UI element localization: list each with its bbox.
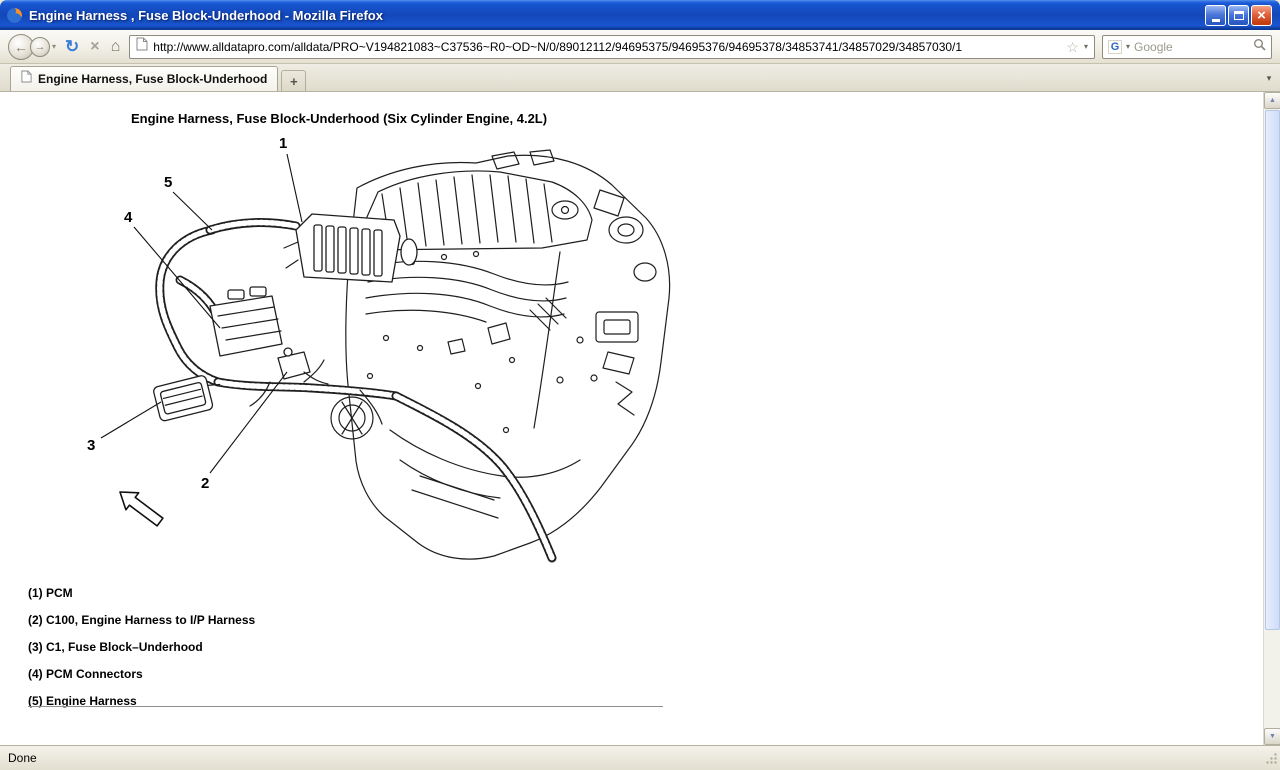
list-all-tabs-icon[interactable]: ▾	[1261, 69, 1277, 87]
new-tab-button[interactable]: +	[281, 70, 306, 91]
callout-1: 1	[279, 135, 287, 152]
search-box[interactable]: G ▾ Google	[1102, 35, 1272, 59]
page-favicon-icon	[136, 37, 148, 56]
close-button[interactable]: ×	[1251, 5, 1272, 26]
direction-arrow	[120, 492, 163, 526]
search-icon[interactable]	[1253, 38, 1266, 56]
status-text: Done	[8, 751, 37, 765]
window-title: Engine Harness , Fuse Block-Underhood - …	[29, 8, 1205, 23]
callout-4: 4	[124, 209, 133, 226]
home-icon[interactable]: ⌂	[109, 38, 123, 56]
resize-grip[interactable]	[1265, 752, 1278, 768]
status-bar: Done	[0, 745, 1280, 770]
maximize-icon	[1234, 11, 1244, 20]
firefox-icon	[6, 7, 23, 24]
legend-item-1: (1) PCM	[28, 580, 255, 607]
vertical-scrollbar[interactable]: ▲ ▼	[1263, 92, 1280, 745]
reload-icon[interactable]: ↻	[63, 37, 81, 57]
maximize-button[interactable]	[1228, 5, 1249, 26]
legend-item-4: (4) PCM Connectors	[28, 661, 255, 688]
engine-diagram: 1 2 3 4 5	[60, 130, 680, 575]
tab-strip: Engine Harness, Fuse Block-Underhood + ▾	[0, 64, 1280, 92]
tab-label: Engine Harness, Fuse Block-Underhood	[38, 72, 267, 86]
scroll-up-icon[interactable]: ▲	[1264, 92, 1280, 109]
callout-3: 3	[87, 437, 95, 454]
tab-favicon-icon	[21, 70, 32, 88]
history-dropdown-icon[interactable]: ▾	[52, 42, 56, 51]
search-engine-dropdown-icon[interactable]: ▾	[1126, 42, 1130, 51]
pcm-module	[210, 287, 282, 356]
legend-item-2: (2) C100, Engine Harness to I/P Harness	[28, 607, 255, 634]
minimize-icon	[1212, 19, 1220, 22]
callout-5: 5	[164, 174, 172, 191]
forward-button[interactable]: →	[30, 37, 50, 57]
parts-legend: (1) PCM (2) C100, Engine Harness to I/P …	[28, 580, 255, 715]
page-content: Engine Harness, Fuse Block-Underhood (Si…	[0, 92, 1280, 745]
url-text[interactable]: http://www.alldatapro.com/alldata/PRO~V1…	[153, 40, 1061, 54]
window-controls: ×	[1205, 5, 1272, 26]
scrollbar-thumb[interactable]	[1265, 110, 1280, 630]
legend-item-3: (3) C1, Fuse Block–Underhood	[28, 634, 255, 661]
scroll-down-icon[interactable]: ▼	[1264, 728, 1280, 745]
page-title: Engine Harness, Fuse Block-Underhood (Si…	[131, 111, 547, 126]
bookmark-star-icon[interactable]: ☆	[1066, 40, 1079, 54]
legend-item-5: (5) Engine Harness	[28, 688, 255, 715]
stop-icon[interactable]: ×	[88, 38, 101, 56]
search-input[interactable]: Google	[1134, 40, 1249, 54]
titlebar: Engine Harness , Fuse Block-Underhood - …	[0, 0, 1280, 30]
tab-engine-harness[interactable]: Engine Harness, Fuse Block-Underhood	[10, 66, 278, 91]
legend-divider	[28, 706, 663, 707]
fuse-block-underhood	[284, 214, 417, 282]
minimize-button[interactable]	[1205, 5, 1226, 26]
url-bar[interactable]: http://www.alldatapro.com/alldata/PRO~V1…	[129, 35, 1095, 59]
navigation-toolbar: ← → ▾ ↻ × ⌂ http://www.alldatapro.com/al…	[0, 30, 1280, 64]
callout-2: 2	[201, 475, 209, 492]
google-icon: G	[1108, 40, 1122, 54]
url-dropdown-icon[interactable]: ▾	[1084, 42, 1088, 51]
